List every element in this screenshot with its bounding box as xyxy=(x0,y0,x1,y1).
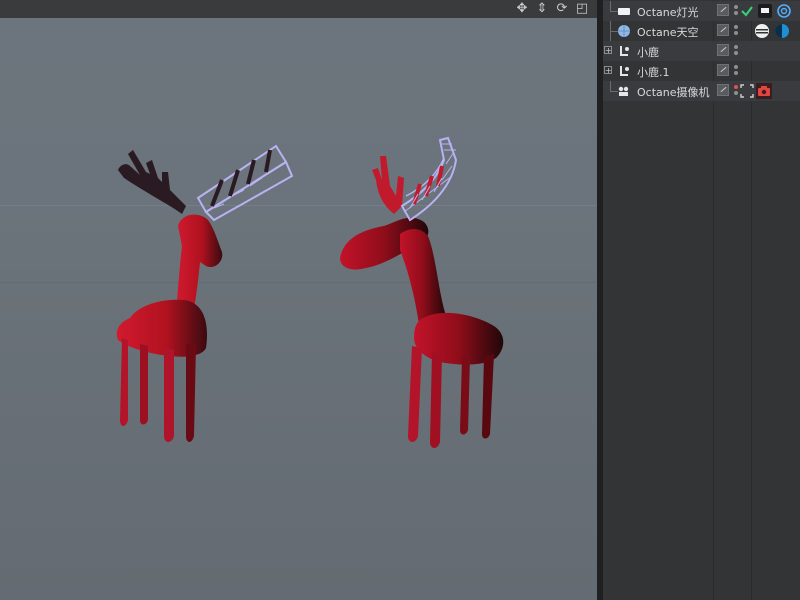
expand-toggle[interactable]: + xyxy=(604,46,612,55)
target-tag-icon[interactable] xyxy=(776,3,792,19)
object-name[interactable]: 小鹿 xyxy=(637,44,659,60)
3d-viewport[interactable]: ✥ ⇕ ⟳ ◰ xyxy=(0,0,597,600)
figure-object-icon xyxy=(620,46,629,56)
object-row-deer-1[interactable]: + 小鹿.1 xyxy=(603,61,800,81)
focus-tag-icon[interactable] xyxy=(739,83,755,99)
deer-right[interactable] xyxy=(340,136,504,448)
visibility-toggle[interactable] xyxy=(717,84,729,96)
tree-branch xyxy=(605,81,618,101)
camera-tag-icon[interactable] xyxy=(756,83,772,99)
object-row-deer[interactable]: + 小鹿 xyxy=(603,41,800,61)
figure-object-icon xyxy=(620,66,629,76)
editor-render-dots[interactable] xyxy=(734,64,740,78)
camera-object-icon xyxy=(618,86,629,96)
deer-left[interactable] xyxy=(116,144,294,442)
hdri-tag-icon[interactable] xyxy=(774,23,790,39)
sky-sphere-icon xyxy=(618,25,630,37)
object-name[interactable]: Octane天空 xyxy=(637,24,699,40)
light-tag-icon[interactable] xyxy=(757,3,773,19)
expand-toggle[interactable]: + xyxy=(604,66,612,75)
tree-branch xyxy=(605,1,618,21)
editor-render-dots[interactable] xyxy=(734,24,740,38)
visibility-toggle[interactable] xyxy=(717,24,729,36)
visibility-toggle[interactable] xyxy=(717,44,729,56)
object-row-octane-light[interactable]: Octane灯光 xyxy=(603,1,800,21)
object-row-octane-camera[interactable]: Octane摄像机 xyxy=(603,81,800,101)
light-plane-icon xyxy=(618,8,630,15)
visibility-toggle[interactable] xyxy=(717,4,729,16)
object-row-octane-sky[interactable]: Octane天空 xyxy=(603,21,800,41)
environment-tag-icon[interactable] xyxy=(754,23,770,39)
object-name[interactable]: Octane摄像机 xyxy=(637,84,710,100)
visibility-toggle[interactable] xyxy=(717,64,729,76)
editor-render-dots[interactable] xyxy=(734,44,740,58)
object-manager: Octane灯光 Octane天空 + 小鹿 + 小鹿.1 Octane摄像机 xyxy=(603,0,800,600)
tree-branch xyxy=(605,21,618,41)
object-name[interactable]: Octane灯光 xyxy=(637,4,699,20)
check-tag-icon[interactable] xyxy=(739,3,755,19)
object-name[interactable]: 小鹿.1 xyxy=(637,64,670,80)
viewport-scene xyxy=(116,136,504,448)
